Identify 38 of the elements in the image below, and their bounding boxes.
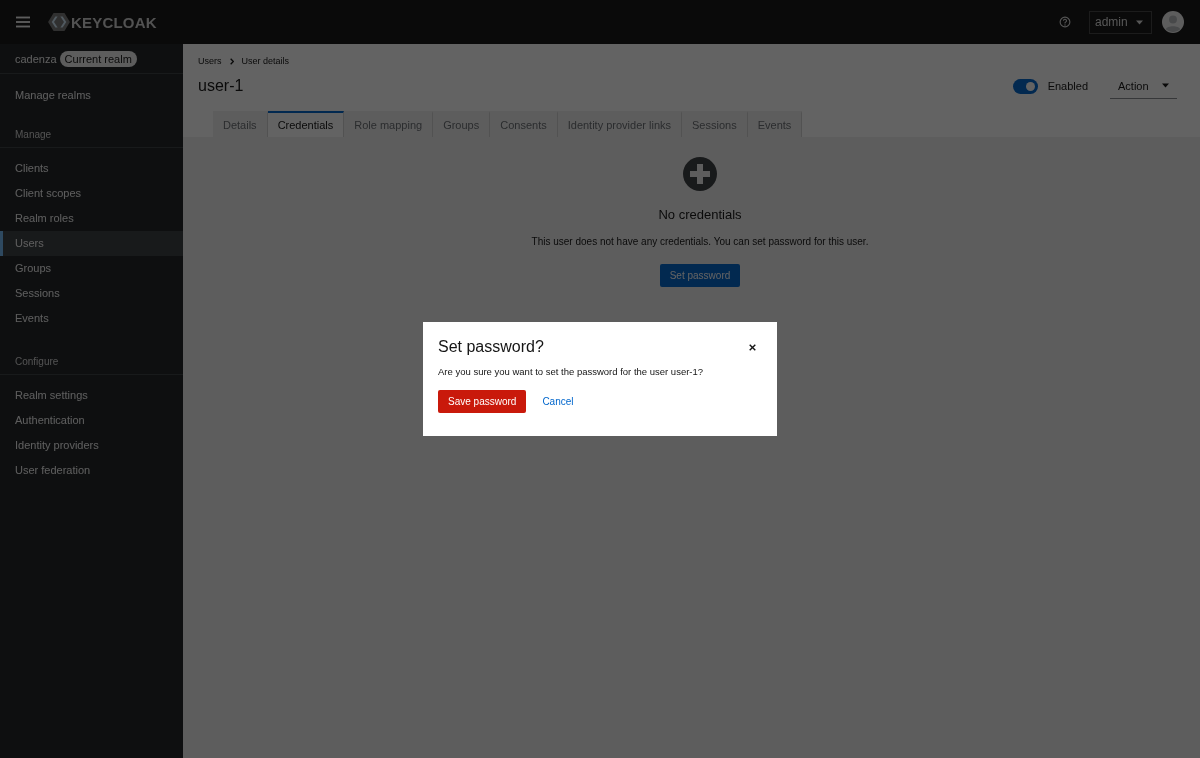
nav-item[interactable]: Events xyxy=(0,306,183,331)
avatar-icon[interactable] xyxy=(1162,11,1184,33)
nav-item[interactable]: Clients xyxy=(0,156,183,181)
modal-title: Set password? xyxy=(438,338,544,356)
realm-name: cadenza xyxy=(15,52,57,65)
user-menu[interactable]: admin xyxy=(1089,10,1152,34)
breadcrumb-current: User details xyxy=(241,56,290,66)
logo-icon xyxy=(48,12,70,32)
switch-label: Enabled xyxy=(1047,80,1088,92)
realm-badge: Current realm xyxy=(59,50,137,67)
nav-item[interactable]: Client scopes xyxy=(0,181,183,206)
nav-item[interactable]: Realm settings xyxy=(0,383,183,408)
caret-icon xyxy=(1136,19,1143,25)
empty-state-title: No credentials xyxy=(658,207,742,222)
set-password-button[interactable]: Set password xyxy=(659,264,741,287)
close-icon[interactable] xyxy=(749,343,756,351)
menu-icon[interactable] xyxy=(16,16,30,28)
nav-item[interactable]: Authentication xyxy=(0,408,183,433)
nav-item[interactable]: Identity providers xyxy=(0,433,183,458)
nav-item[interactable]: Manage realms xyxy=(0,83,183,108)
nav-item[interactable]: User federation xyxy=(0,458,183,483)
empty-state-text: This user does not have any credentials. You can set password for this user. xyxy=(531,236,869,247)
enabled-switch[interactable] xyxy=(1012,78,1038,94)
tab[interactable]: Credentials xyxy=(267,111,345,137)
nav-item[interactable]: Sessions xyxy=(0,281,183,306)
cancel-button[interactable]: Cancel xyxy=(540,396,576,407)
nav-item[interactable]: Users xyxy=(0,231,183,256)
nav-item[interactable]: Groups xyxy=(0,256,183,281)
caret-icon xyxy=(1162,83,1169,88)
modal-text: Are you sure you want to set the password for the user user-1? xyxy=(438,366,705,377)
nav-item[interactable]: Realm roles xyxy=(0,206,183,231)
help-icon[interactable] xyxy=(1059,16,1071,28)
breadcrumb-link[interactable]: Users xyxy=(198,56,222,66)
logo-text: KEYCLOAK xyxy=(71,13,157,31)
add-circle-icon xyxy=(683,157,717,191)
page-title: user-1 xyxy=(198,77,244,95)
save-password-button[interactable]: Save password xyxy=(438,390,527,413)
chevron-icon xyxy=(229,57,234,65)
